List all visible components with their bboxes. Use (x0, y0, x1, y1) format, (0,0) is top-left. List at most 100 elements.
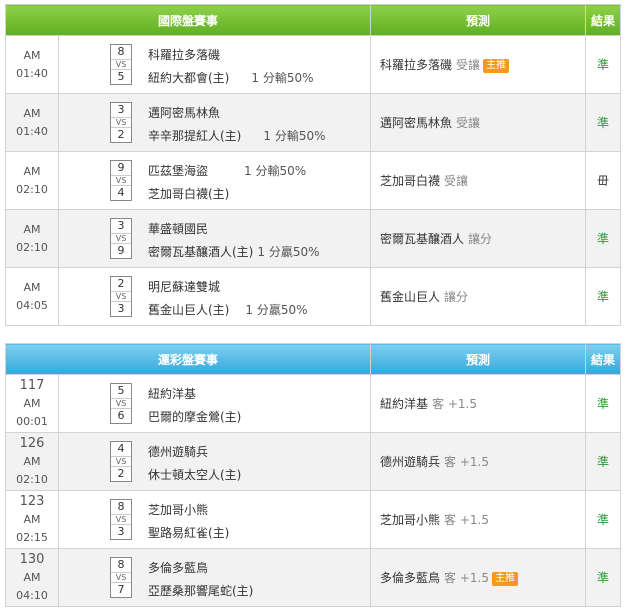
team-away[interactable]: 明尼蘇達雙城 (148, 280, 220, 294)
prediction-cell: 邁阿密馬林魚 受讓 (370, 93, 587, 152)
vs-label: VS (111, 117, 131, 128)
prediction-team[interactable]: 舊金山巨人 (380, 290, 440, 304)
result-status: 準 (585, 490, 622, 549)
team-away[interactable]: 德州遊騎兵 (148, 445, 208, 459)
team-away[interactable]: 科羅拉多落磯 (148, 48, 220, 62)
score-home: 4 (117, 186, 125, 199)
featured-badge: 主推 (492, 572, 518, 586)
prediction-team[interactable]: 邁阿密馬林魚 (380, 116, 452, 130)
team-home[interactable]: 亞歷桑那響尾蛇(主) (148, 584, 253, 598)
prediction-type: 受讓 (444, 174, 469, 188)
prediction-team[interactable]: 密爾瓦基釀酒人 (380, 232, 464, 246)
prediction-type: 客 +1.5 (444, 571, 489, 585)
intl-header-predict: 預測 (370, 4, 587, 36)
score-box: 2 VS 3 (110, 276, 132, 317)
match-cell: 5 VS 6 紐約洋基 巴爾的摩金鶯(主) (57, 374, 372, 433)
handicap-odds: 1 分贏50% (245, 303, 308, 317)
team-away[interactable]: 邁阿密馬林魚 (148, 106, 220, 120)
team-home[interactable]: 紐約大都會(主) (148, 71, 229, 85)
team-home[interactable]: 舊金山巨人(主) (148, 303, 229, 317)
result-status: 準 (585, 374, 622, 433)
score-box: 8 VS 7 (110, 557, 132, 598)
table-row: AM 02:10 3 VS 9 華盛頓國民 密爾瓦基釀酒人(主) 1 分贏50% … (5, 209, 622, 268)
prediction-team[interactable]: 德州遊騎兵 (380, 455, 440, 469)
vs-label: VS (111, 456, 131, 467)
team-away[interactable]: 芝加哥小熊 (148, 503, 208, 517)
intl-header-row: 國際盤賽事 預測 結果 (4, 4, 622, 36)
team-home[interactable]: 休士頓太空人(主) (148, 468, 241, 482)
handicap-odds: 1 分贏50% (257, 245, 320, 259)
team-away[interactable]: 多倫多藍鳥 (148, 561, 208, 575)
vs-label: VS (111, 291, 131, 302)
prediction-cell: 芝加哥小熊客 +1.5 (370, 490, 587, 549)
lottery-table: 運彩盤賽事 預測 結果 117 AM 00:01 5 VS 6 紐約洋基 巴爾的摩… (4, 343, 622, 607)
score-away: 3 (117, 219, 125, 232)
match-time-cell: 123 AM 02:15 (5, 490, 59, 549)
match-time: AM 01:40 (5, 35, 59, 94)
team-away[interactable]: 匹茲堡海盜 (148, 164, 208, 178)
table-row: AM 01:40 3 VS 2 邁阿密馬林魚 辛辛那提紅人(主) 1 分輸50% … (5, 93, 622, 152)
handicap-odds: 1 分輸50% (244, 164, 307, 178)
prediction-type: 受讓 (456, 58, 481, 72)
match-time: AM 02:10 (5, 209, 59, 268)
score-away: 9 (117, 161, 125, 174)
prediction-team[interactable]: 紐約洋基 (380, 397, 428, 411)
table-row: 130 AM 04:10 8 VS 7 多倫多藍鳥 亞歷桑那響尾蛇(主) 多倫多藍… (5, 548, 622, 607)
match-time: AM 04:10 (16, 570, 48, 602)
score-box: 9 VS 4 (110, 160, 132, 201)
prediction-cell: 密爾瓦基釀酒人 讓分 (370, 209, 587, 268)
result-status: 準 (585, 209, 622, 268)
score-home: 2 (117, 467, 125, 480)
result-status: 準 (585, 93, 622, 152)
score-box: 3 VS 9 (110, 218, 132, 259)
team-home[interactable]: 聖路易紅雀(主) (148, 526, 229, 540)
prediction-type: 讓分 (468, 232, 493, 246)
team-home[interactable]: 辛辛那提紅人(主) (148, 129, 241, 143)
game-number: 130 (19, 551, 45, 567)
prediction-cell: 芝加哥白襪 受讓 (370, 151, 587, 210)
team-home[interactable]: 巴爾的摩金鶯(主) (148, 410, 241, 424)
lottery-header-event: 運彩盤賽事 (4, 343, 372, 375)
game-number: 117 (19, 377, 45, 393)
lottery-header-predict: 預測 (370, 343, 587, 375)
intl-header-result: 結果 (585, 4, 622, 36)
match-cell: 2 VS 3 明尼蘇達雙城 舊金山巨人(主) 1 分贏50% (57, 267, 372, 326)
handicap-odds: 1 分輸50% (263, 129, 326, 143)
vs-label: VS (111, 175, 131, 186)
prediction-team[interactable]: 芝加哥小熊 (380, 513, 440, 527)
team-home[interactable]: 芝加哥白襪(主) (148, 187, 229, 201)
score-box: 4 VS 2 (110, 441, 132, 482)
prediction-team[interactable]: 芝加哥白襪 (380, 174, 440, 188)
team-home[interactable]: 密爾瓦基釀酒人(主) (148, 245, 253, 259)
prediction-team[interactable]: 多倫多藍鳥 (380, 571, 440, 585)
intl-header-event: 國際盤賽事 (4, 4, 372, 36)
vs-label: VS (111, 398, 131, 409)
score-away: 4 (117, 442, 125, 455)
prediction-cell: 紐約洋基客 +1.5 (370, 374, 587, 433)
score-box: 8 VS 3 (110, 499, 132, 540)
vs-label: VS (111, 514, 131, 525)
prediction-type: 讓分 (444, 290, 469, 304)
game-number: 126 (19, 435, 45, 451)
match-time: AM 02:15 (16, 512, 48, 544)
match-time: AM 02:10 (5, 151, 59, 210)
match-time-cell: 130 AM 04:10 (5, 548, 59, 607)
score-away: 8 (117, 500, 125, 513)
vs-label: VS (111, 233, 131, 244)
score-home: 2 (117, 128, 125, 141)
table-row: AM 01:40 8 VS 5 科羅拉多落磯 紐約大都會(主) 1 分輸50% 科… (5, 35, 622, 94)
table-row: 126 AM 02:10 4 VS 2 德州遊騎兵 休士頓太空人(主) 德州遊騎兵… (5, 432, 622, 491)
prediction-type: 客 +1.5 (432, 397, 477, 411)
team-away[interactable]: 紐約洋基 (148, 387, 196, 401)
intl-table: 國際盤賽事 預測 結果 AM 01:40 8 VS 5 科羅拉多落磯 紐約大都會… (4, 4, 622, 326)
team-away[interactable]: 華盛頓國民 (148, 222, 208, 236)
prediction-team[interactable]: 科羅拉多落磯 (380, 58, 452, 72)
vs-label: VS (111, 59, 131, 70)
prediction-cell: 德州遊騎兵客 +1.5 (370, 432, 587, 491)
match-cell: 3 VS 9 華盛頓國民 密爾瓦基釀酒人(主) 1 分贏50% (57, 209, 372, 268)
table-row: AM 02:10 9 VS 4 匹茲堡海盜 1 分輸50% 芝加哥白襪(主) 芝加… (5, 151, 622, 210)
score-away: 8 (117, 558, 125, 571)
match-cell: 9 VS 4 匹茲堡海盜 1 分輸50% 芝加哥白襪(主) (57, 151, 372, 210)
match-cell: 8 VS 7 多倫多藍鳥 亞歷桑那響尾蛇(主) (57, 548, 372, 607)
lottery-header-row: 運彩盤賽事 預測 結果 (4, 343, 622, 375)
